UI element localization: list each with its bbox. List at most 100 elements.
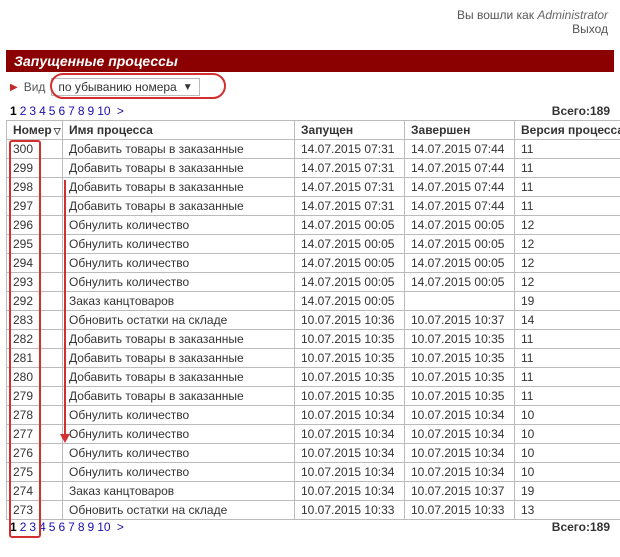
cell-name: Обнулить количество [63, 273, 295, 292]
cell-num: 292 [7, 292, 63, 311]
pager-page-link[interactable]: 7 [68, 104, 75, 118]
pager-page-link[interactable]: 5 [49, 520, 56, 534]
cell-start: 10.07.2015 10:34 [295, 482, 405, 501]
pager-page-link[interactable]: 9 [88, 104, 95, 118]
cell-end: 10.07.2015 10:34 [405, 425, 515, 444]
cell-start: 14.07.2015 07:31 [295, 178, 405, 197]
pager-page-link[interactable]: 2 [20, 104, 27, 118]
pager-page-link[interactable]: 6 [58, 520, 65, 534]
table-row[interactable]: 275Обнулить количество10.07.2015 10:3410… [7, 463, 620, 482]
table-row[interactable]: 293Обнулить количество14.07.2015 00:0514… [7, 273, 620, 292]
cell-num: 278 [7, 406, 63, 425]
table-row[interactable]: 298Добавить товары в заказанные14.07.201… [7, 178, 620, 197]
cell-start: 14.07.2015 07:31 [295, 140, 405, 159]
cell-end: 10.07.2015 10:35 [405, 349, 515, 368]
view-select[interactable]: по убыванию номера ▼ [51, 78, 199, 96]
cell-ver: 10 [515, 406, 620, 425]
cell-end: 10.07.2015 10:35 [405, 330, 515, 349]
pager-page-link[interactable]: 4 [39, 520, 46, 534]
table-row[interactable]: 274Заказ канцтоваров10.07.2015 10:3410.0… [7, 482, 620, 501]
pager-page-link[interactable]: 4 [39, 104, 46, 118]
cell-num: 277 [7, 425, 63, 444]
table-wrap: Номер▽ Имя процесса Запущен Завершен Вер… [6, 120, 614, 520]
pager-page-link[interactable]: 8 [78, 520, 85, 534]
cell-start: 14.07.2015 00:05 [295, 273, 405, 292]
cell-end: 14.07.2015 00:05 [405, 254, 515, 273]
cell-end: 14.07.2015 00:05 [405, 273, 515, 292]
cell-end: 14.07.2015 07:44 [405, 159, 515, 178]
cell-end: 14.07.2015 07:44 [405, 178, 515, 197]
cell-num: 283 [7, 311, 63, 330]
pager-page-link[interactable]: 7 [68, 520, 75, 534]
cell-num: 273 [7, 501, 63, 520]
username: Administrator [537, 8, 608, 22]
table-row[interactable]: 277Обнулить количество10.07.2015 10:3410… [7, 425, 620, 444]
col-header-number[interactable]: Номер▽ [7, 121, 63, 140]
col-header-finished[interactable]: Завершен [405, 121, 515, 140]
pager-bottom: 12345678910 > Всего:189 [6, 520, 614, 536]
cell-start: 10.07.2015 10:34 [295, 406, 405, 425]
table-row[interactable]: 300Добавить товары в заказанные14.07.201… [7, 140, 620, 159]
table-header-row: Номер▽ Имя процесса Запущен Завершен Вер… [7, 121, 620, 140]
pager-page-link[interactable]: 10 [97, 104, 110, 118]
pager-page-link[interactable]: 2 [20, 520, 27, 534]
table-row[interactable]: 296Обнулить количество14.07.2015 00:0514… [7, 216, 620, 235]
pager-page-link[interactable]: 10 [97, 520, 110, 534]
pager-page-link[interactable]: 3 [29, 520, 36, 534]
cell-ver: 14 [515, 311, 620, 330]
user-bar: Вы вошли как Administrator Выход [6, 6, 614, 44]
pager-pages: 12345678910 > [10, 104, 127, 118]
cell-ver: 11 [515, 159, 620, 178]
cell-num: 293 [7, 273, 63, 292]
cell-ver: 10 [515, 463, 620, 482]
cell-start: 14.07.2015 00:05 [295, 235, 405, 254]
table-row[interactable]: 294Обнулить количество14.07.2015 00:0514… [7, 254, 620, 273]
cell-num: 299 [7, 159, 63, 178]
table-row[interactable]: 299Добавить товары в заказанные14.07.201… [7, 159, 620, 178]
cell-ver: 11 [515, 368, 620, 387]
pager-next[interactable]: > [114, 104, 124, 118]
logout-link[interactable]: Выход [6, 22, 608, 36]
col-header-name[interactable]: Имя процесса [63, 121, 295, 140]
cell-name: Обнулить количество [63, 254, 295, 273]
col-header-started[interactable]: Запущен [295, 121, 405, 140]
cell-num: 300 [7, 140, 63, 159]
cell-end: 10.07.2015 10:34 [405, 463, 515, 482]
table-row[interactable]: 278Обнулить количество10.07.2015 10:3410… [7, 406, 620, 425]
cell-ver: 10 [515, 425, 620, 444]
table-row[interactable]: 282Добавить товары в заказанные10.07.201… [7, 330, 620, 349]
view-select-value: по убыванию номера [58, 80, 176, 94]
cell-num: 296 [7, 216, 63, 235]
table-row[interactable]: 273Обновить остатки на складе10.07.2015 … [7, 501, 620, 520]
cell-end: 14.07.2015 07:44 [405, 197, 515, 216]
table-row[interactable]: 292Заказ канцтоваров14.07.2015 00:0519 [7, 292, 620, 311]
cell-name: Добавить товары в заказанные [63, 140, 295, 159]
cell-name: Обнулить количество [63, 235, 295, 254]
col-header-version[interactable]: Версия процесса [515, 121, 620, 140]
table-row[interactable]: 276Обнулить количество10.07.2015 10:3410… [7, 444, 620, 463]
cell-num: 280 [7, 368, 63, 387]
cell-ver: 11 [515, 178, 620, 197]
cell-num: 276 [7, 444, 63, 463]
pager-pages: 12345678910 > [10, 520, 127, 534]
pager-page-link[interactable]: 8 [78, 104, 85, 118]
pager-page-link[interactable]: 5 [49, 104, 56, 118]
cell-name: Заказ канцтоваров [63, 482, 295, 501]
table-row[interactable]: 281Добавить товары в заказанные10.07.201… [7, 349, 620, 368]
table-row[interactable]: 295Обнулить количество14.07.2015 00:0514… [7, 235, 620, 254]
pager-next[interactable]: > [114, 520, 124, 534]
table-row[interactable]: 280Добавить товары в заказанные10.07.201… [7, 368, 620, 387]
total-count-bottom: Всего:189 [552, 520, 610, 534]
table-row[interactable]: 283Обновить остатки на складе10.07.2015 … [7, 311, 620, 330]
cell-num: 275 [7, 463, 63, 482]
cell-start: 10.07.2015 10:33 [295, 501, 405, 520]
pager-page-link[interactable]: 9 [88, 520, 95, 534]
pager-page-link[interactable]: 6 [58, 104, 65, 118]
pager-page-link[interactable]: 3 [29, 104, 36, 118]
table-row[interactable]: 279Добавить товары в заказанные10.07.201… [7, 387, 620, 406]
logged-in-label: Вы вошли как [457, 8, 534, 22]
table-row[interactable]: 297Добавить товары в заказанные14.07.201… [7, 197, 620, 216]
cell-num: 282 [7, 330, 63, 349]
cell-ver: 12 [515, 273, 620, 292]
cell-ver: 19 [515, 292, 620, 311]
